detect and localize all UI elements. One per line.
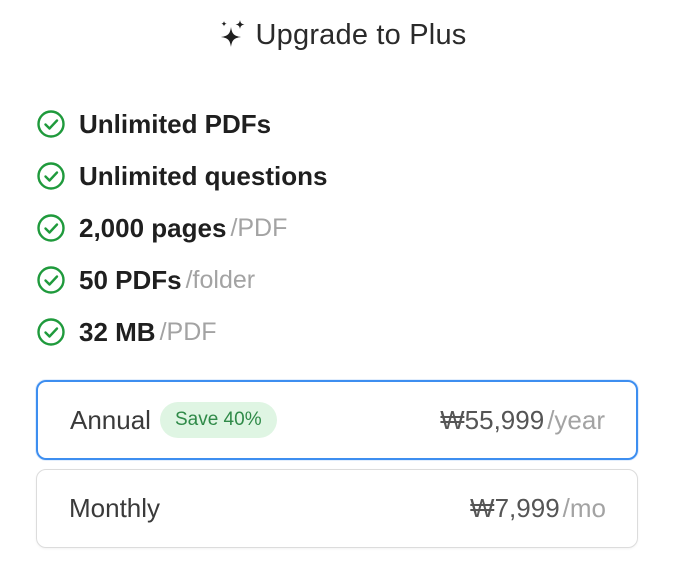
check-circle-icon <box>37 162 65 190</box>
page-title: Upgrade to Plus <box>255 18 467 51</box>
feature-item: 2,000 pages /PDF <box>36 202 327 254</box>
feature-list: Unlimited PDFs Unlimited questions 2,000… <box>36 98 327 358</box>
price-period: /mo <box>562 493 606 523</box>
plan-price: ₩7,999/mo <box>470 493 606 524</box>
plan-price: ₩55,999/year <box>440 405 605 436</box>
feature-label: 32 MB <box>79 316 156 347</box>
upgrade-header: Upgrade to Plus <box>0 18 684 52</box>
check-circle-icon <box>37 318 65 346</box>
plan-annual-left: Annual Save 40% <box>70 402 277 438</box>
save-badge: Save 40% <box>159 402 277 438</box>
feature-label: Unlimited questions <box>79 160 328 191</box>
plan-option-monthly[interactable]: Monthly ₩7,999/mo <box>36 469 638 548</box>
feature-item: 50 PDFs /folder <box>36 254 327 306</box>
price-amount: ₩7,999 <box>470 493 560 523</box>
sparkles-icon <box>220 20 245 47</box>
feature-unit: /folder <box>185 265 256 294</box>
feature-label: 50 PDFs <box>79 264 182 295</box>
feature-label: 2,000 pages <box>79 212 227 243</box>
feature-item: 32 MB /PDF <box>36 306 327 358</box>
feature-unit: /PDF <box>230 213 288 242</box>
check-circle-icon <box>37 214 65 242</box>
price-amount: ₩55,999 <box>440 404 545 435</box>
feature-item: Unlimited questions <box>36 150 327 202</box>
plan-monthly-left: Monthly <box>69 493 160 524</box>
plan-name: Annual <box>70 404 151 435</box>
check-circle-icon <box>37 266 65 294</box>
plan-option-annual[interactable]: Annual Save 40% ₩55,999/year <box>36 380 638 460</box>
feature-item: Unlimited PDFs <box>36 98 327 150</box>
price-period: /year <box>547 404 605 435</box>
feature-unit: /PDF <box>159 317 217 346</box>
check-circle-icon <box>37 110 65 138</box>
plan-name: Monthly <box>69 493 161 523</box>
feature-label: Unlimited PDFs <box>79 108 272 139</box>
